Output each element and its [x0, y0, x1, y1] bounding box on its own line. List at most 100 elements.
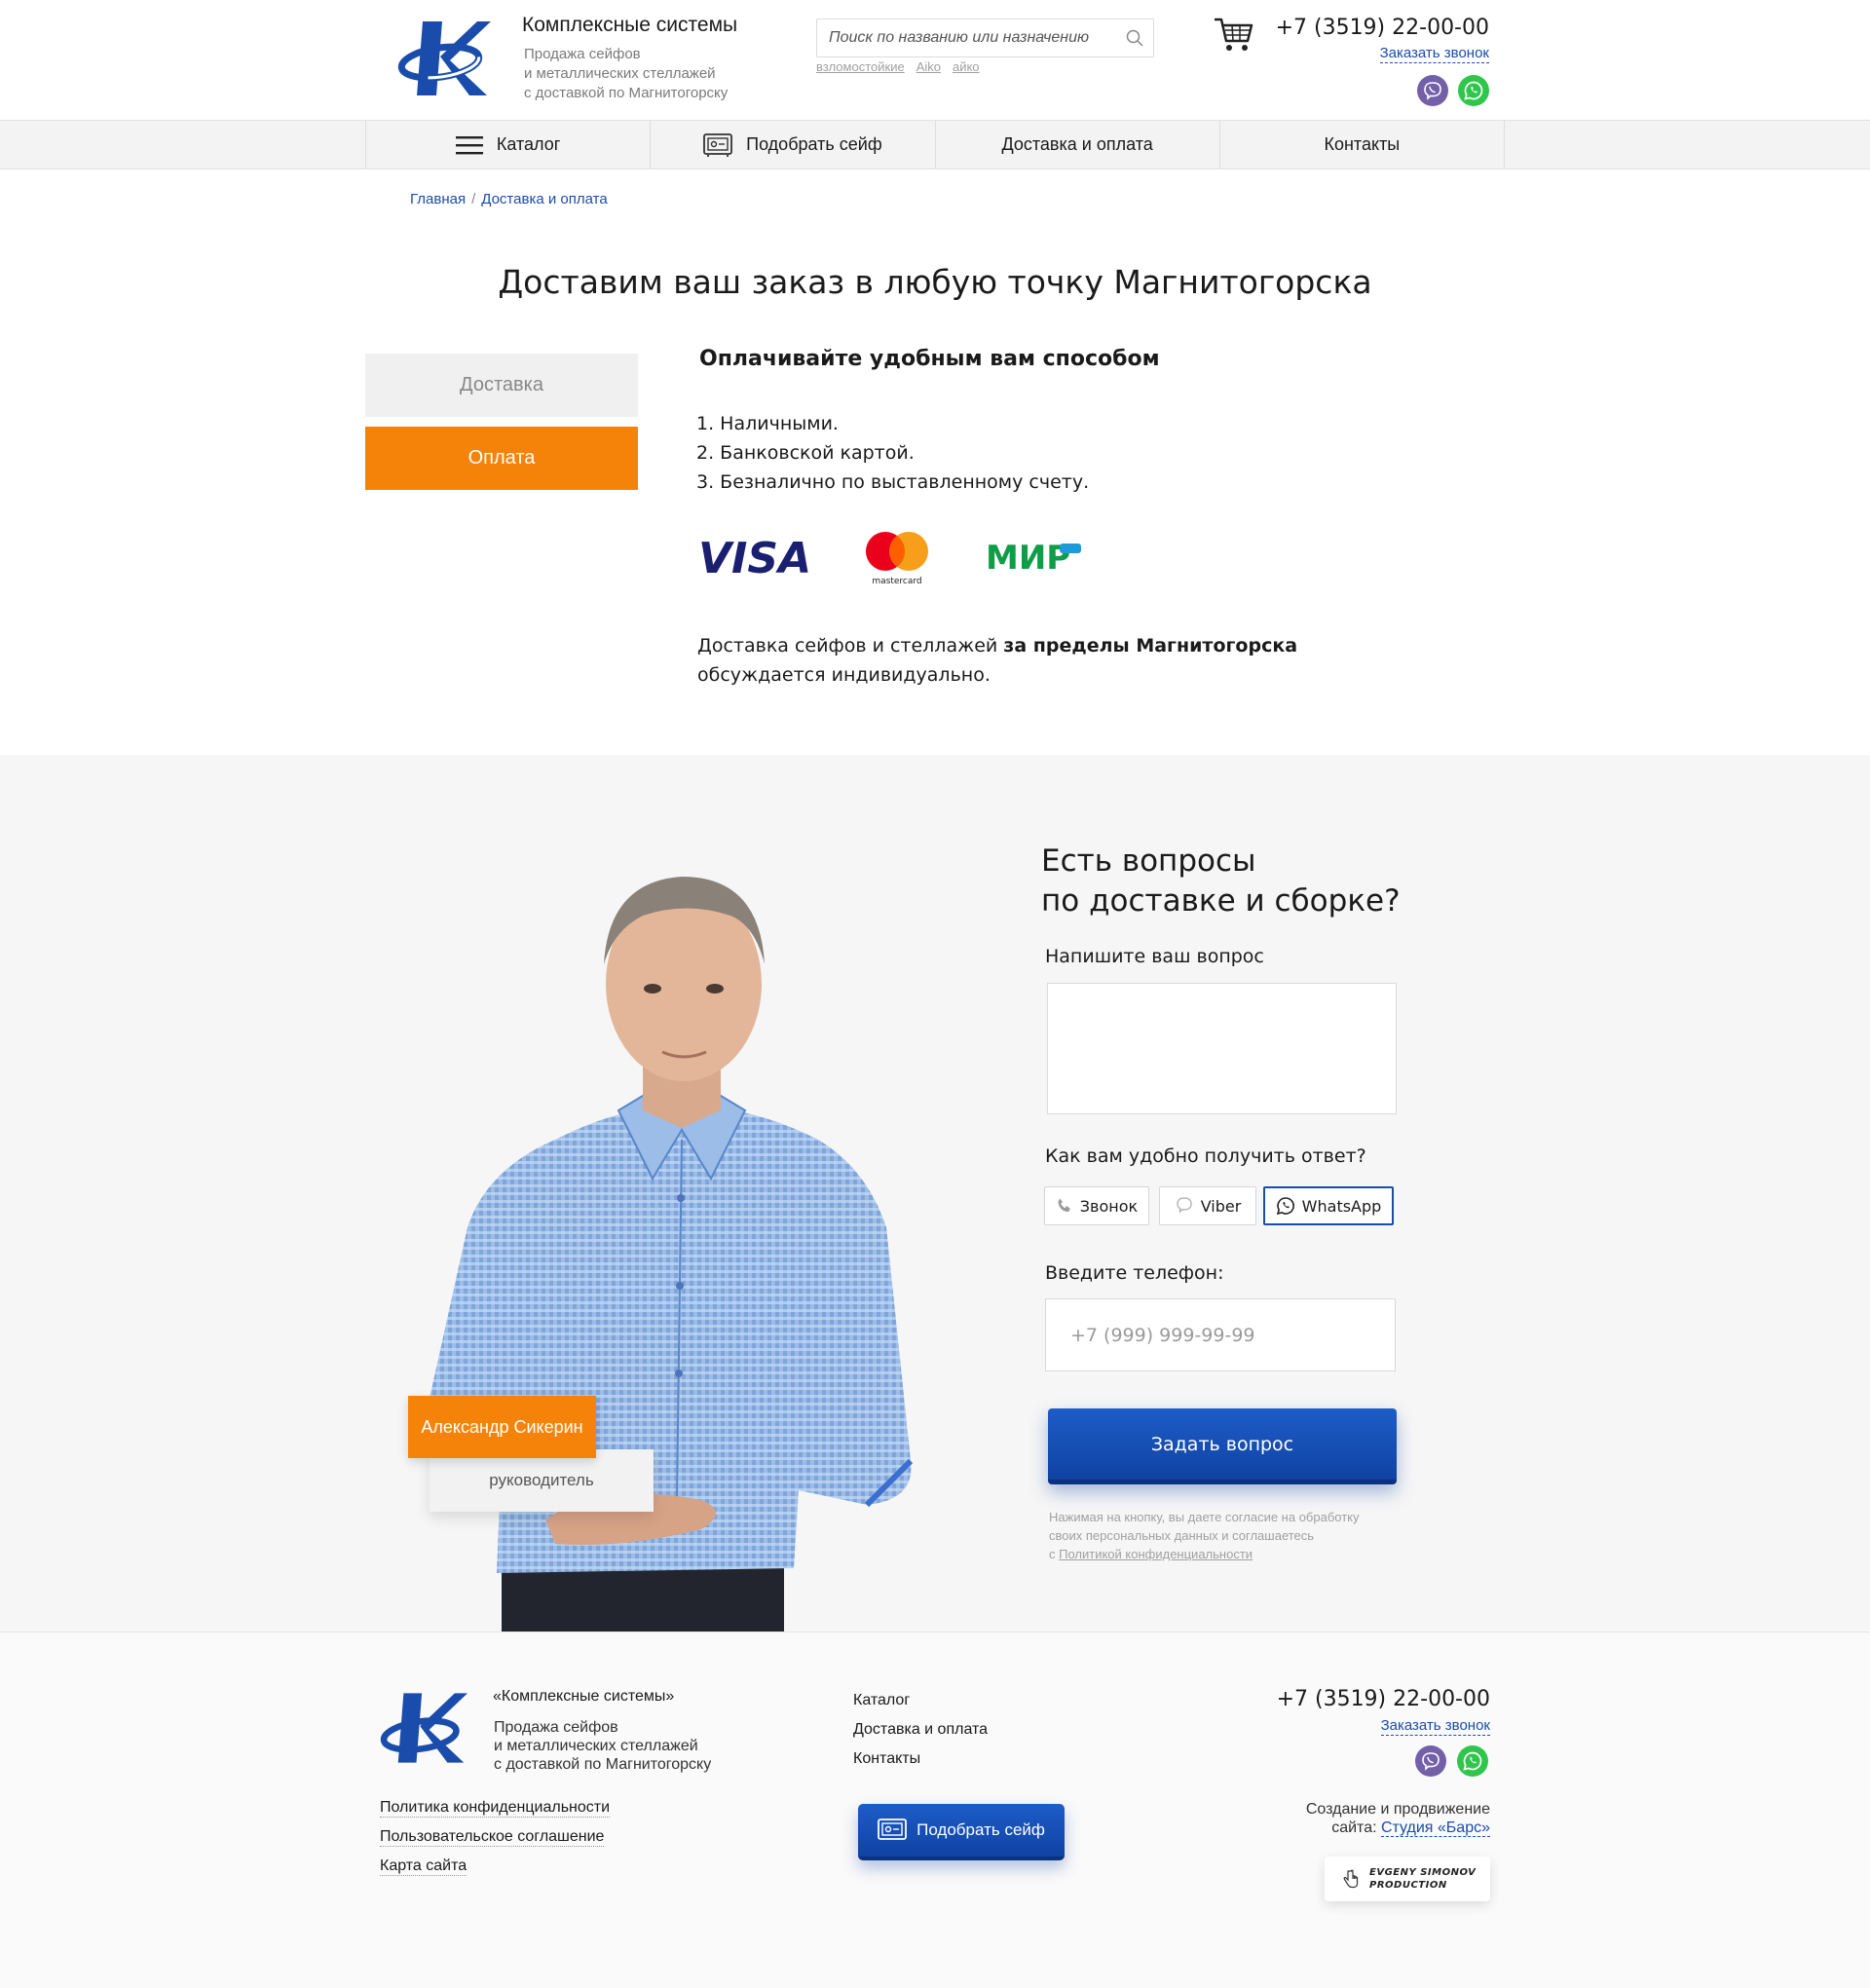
footer-sub-line: с доставкой по Магнитогорску [494, 1756, 712, 1773]
visa-text: VISA [698, 534, 811, 581]
search-tag[interactable]: айко [953, 59, 980, 74]
nav-contacts[interactable]: Контакты [1218, 121, 1505, 169]
search-input[interactable] [829, 19, 1121, 56]
menu-icon [455, 135, 483, 154]
brand-title: Комплексные системы [522, 14, 738, 36]
phone-icon [1058, 1198, 1070, 1212]
consent-line: своих персональных данных и соглашаетесь [1049, 1528, 1315, 1543]
nav-contacts-label: Контакты [1324, 134, 1401, 154]
mastercard-text: mastercard [872, 577, 921, 586]
person-name: Александр Сикерин [408, 1396, 596, 1458]
footer-nav-contacts[interactable]: Контакты [853, 1750, 920, 1768]
breadcrumb-separator: / [471, 191, 476, 207]
viber-icon [1176, 1197, 1192, 1214]
footer-credit: Создание и продвижение сайта: Студия «Ба… [1198, 1800, 1490, 1837]
channel-call-button[interactable]: Звонок [1044, 1186, 1149, 1225]
callback-link[interactable]: Заказать звонок [1379, 45, 1489, 63]
footer-sub-line: Продажа сейфов [494, 1719, 618, 1736]
note-text: обсуждается индивидуально. [697, 664, 991, 686]
search-tag[interactable]: Aiko [916, 59, 941, 74]
nav-pick-safe-label: Подобрать сейф [746, 134, 882, 154]
question-title-line: по доставке и сборке? [1041, 883, 1401, 919]
channel-label-text: Звонок [1079, 1196, 1139, 1216]
footer-agreement-link[interactable]: Пользовательское соглашение [380, 1828, 605, 1847]
safe-icon [878, 1819, 908, 1840]
consent-text: Нажимая на кнопку, вы даете согласие на … [1049, 1508, 1419, 1563]
footer-privacy-link[interactable]: Политика конфиденциальности [380, 1799, 611, 1818]
footer-nav-delivery[interactable]: Доставка и оплата [853, 1721, 988, 1739]
ask-label: Напишите ваш вопрос [1045, 946, 1264, 967]
question-title-line: Есть вопросы [1041, 844, 1256, 879]
payment-methods-list: 1. Наличными. 2. Банковской картой. 3. Б… [696, 409, 1089, 497]
production-badge[interactable]: EVGENY SIMONOV PRODUCTION [1325, 1857, 1490, 1901]
breadcrumb-home[interactable]: Главная [410, 191, 466, 207]
payment-method-item: 2. Банковской картой. [696, 442, 915, 464]
safe-icon [703, 132, 733, 157]
badge-line: EVGENY SIMONOV [1369, 1867, 1477, 1878]
tab-payment[interactable]: Оплата [365, 427, 638, 490]
footer-logo[interactable] [380, 1688, 468, 1768]
search-tag[interactable]: взломостойкие [816, 59, 905, 74]
site-header: Комплексные системы Продажа сейфов и мет… [0, 0, 1870, 120]
question-title: Есть вопросы по доставке и сборке? [1041, 842, 1401, 921]
footer-pick-safe-button[interactable]: Подобрать сейф [858, 1804, 1065, 1860]
viber-icon[interactable] [1417, 75, 1448, 106]
nav-delivery-label: Доставка и оплата [1001, 134, 1153, 154]
whatsapp-icon[interactable] [1458, 75, 1489, 106]
payment-method-item: 1. Наличными. [696, 413, 839, 434]
mir-logo: МИР [986, 539, 1081, 573]
breadcrumb: Главная / Доставка и оплата [410, 191, 608, 207]
delivery-note: Доставка сейфов и стеллажей за пределы М… [697, 631, 1379, 690]
brand-subtitle: Продажа сейфов и металлических стеллажей… [524, 45, 777, 103]
page-title: Доставим ваш заказ в любую точку Магнито… [498, 263, 1372, 301]
phone-label: Введите телефон: [1045, 1262, 1224, 1284]
footer-viber-icon[interactable] [1415, 1745, 1446, 1777]
whatsapp-icon [1276, 1197, 1294, 1216]
ask-question-button[interactable]: Задать вопрос [1048, 1408, 1397, 1484]
person-role: руководитель [430, 1449, 654, 1512]
payment-method-item: 3. Безналично по выставленному счету. [696, 471, 1090, 493]
nav-delivery[interactable]: Доставка и оплата [934, 121, 1219, 169]
cart-icon[interactable] [1213, 16, 1253, 55]
search-tags: взломостойкие Aiko айко [816, 59, 991, 74]
consent-line: Нажимая на кнопку, вы даете согласие на … [1049, 1510, 1360, 1524]
search-box [816, 19, 1154, 57]
search-icon[interactable] [1126, 29, 1143, 47]
consent-line: с Политикой конфиденциальности [1049, 1547, 1253, 1561]
note-bold: за пределы Магнитогорска [1003, 635, 1298, 656]
brand-sub-line: с доставкой по Магнитогорску [524, 85, 729, 101]
phone-input[interactable] [1045, 1298, 1396, 1371]
header-phone[interactable]: +7 (3519) 22-00-00 [1276, 16, 1489, 40]
studio-link[interactable]: Студия «Барс» [1380, 1819, 1490, 1837]
privacy-policy-link[interactable]: Политикой конфиденциальности [1059, 1547, 1253, 1561]
footer-subtitle: Продажа сейфов и металлических стеллажей… [494, 1718, 747, 1774]
tab-delivery[interactable]: Доставка [365, 354, 638, 417]
channel-label-text: Viber [1200, 1196, 1242, 1216]
footer-callback-link[interactable]: Заказать звонок [1380, 1717, 1490, 1736]
footer-sitemap-link[interactable]: Карта сайта [380, 1857, 468, 1876]
question-textarea[interactable] [1047, 983, 1397, 1114]
main-nav: Каталог Подобрать сейф Доставка и оплата… [0, 120, 1870, 169]
mastercard-logo: mastercard [866, 532, 928, 586]
credit-line: сайта: Студия «Барс» [1331, 1819, 1490, 1837]
brand-sub-line: и металлических стеллажей [524, 65, 716, 82]
channel-label: Как вам удобно получить ответ? [1045, 1145, 1366, 1167]
payment-heading: Оплачивайте удобным вам способом [699, 347, 1160, 371]
company-logo[interactable] [397, 18, 491, 99]
breadcrumb-current[interactable]: Доставка и оплата [481, 191, 607, 207]
channel-whatsapp-button[interactable]: WhatsApp [1263, 1186, 1394, 1225]
footer-nav-catalog[interactable]: Каталог [853, 1692, 910, 1709]
hand-pointer-icon [1343, 1869, 1359, 1889]
nav-catalog-label: Каталог [496, 134, 561, 154]
note-text: Доставка сейфов и стеллажей [697, 635, 1004, 656]
mir-text: МИР [986, 539, 1070, 573]
credit-line: Создание и продвижение [1305, 1801, 1490, 1818]
nav-pick-safe[interactable]: Подобрать сейф [650, 121, 934, 169]
nav-catalog[interactable]: Каталог [365, 121, 650, 169]
footer-sub-line: и металлических стеллажей [494, 1738, 698, 1754]
channel-label-text: WhatsApp [1301, 1196, 1382, 1216]
brand-sub-line: Продажа сейфов [524, 46, 641, 62]
channel-viber-button[interactable]: Viber [1159, 1186, 1256, 1225]
footer-whatsapp-icon[interactable] [1457, 1745, 1488, 1777]
footer-phone[interactable]: +7 (3519) 22-00-00 [1277, 1687, 1490, 1711]
